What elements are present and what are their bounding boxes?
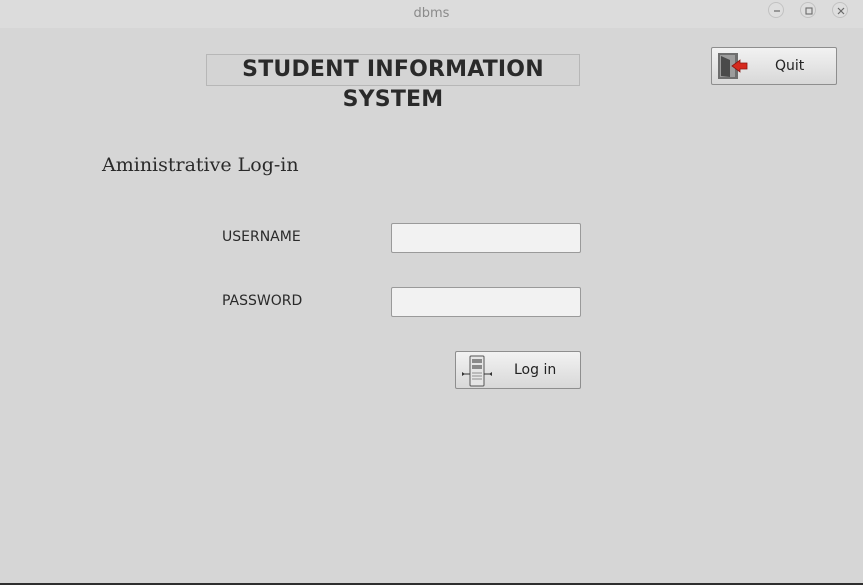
username-label: USERNAME [222, 229, 301, 245]
login-button[interactable]: Log in [455, 351, 581, 389]
window-title: dbms [413, 6, 450, 21]
close-icon [837, 7, 845, 15]
exit-door-icon [718, 53, 748, 79]
username-input[interactable] [391, 223, 581, 253]
minimize-button[interactable] [768, 2, 784, 18]
quit-button[interactable]: Quit [711, 47, 837, 85]
app-window: dbms STUDENT INFORMATION SYSTEM Quit Ami… [0, 0, 863, 583]
login-heading: Aministrative Log-in [102, 154, 299, 176]
maximize-button[interactable] [800, 2, 816, 18]
quit-label: Quit [775, 58, 805, 74]
server-icon [462, 355, 492, 387]
close-button[interactable] [832, 2, 848, 18]
title-bar[interactable]: dbms [0, 0, 863, 28]
login-label: Log in [514, 362, 557, 378]
minimize-icon [774, 10, 780, 12]
maximize-icon [805, 7, 813, 15]
password-label: PASSWORD [222, 293, 303, 309]
app-title: STUDENT INFORMATION SYSTEM [206, 54, 580, 112]
password-input[interactable] [391, 287, 581, 317]
